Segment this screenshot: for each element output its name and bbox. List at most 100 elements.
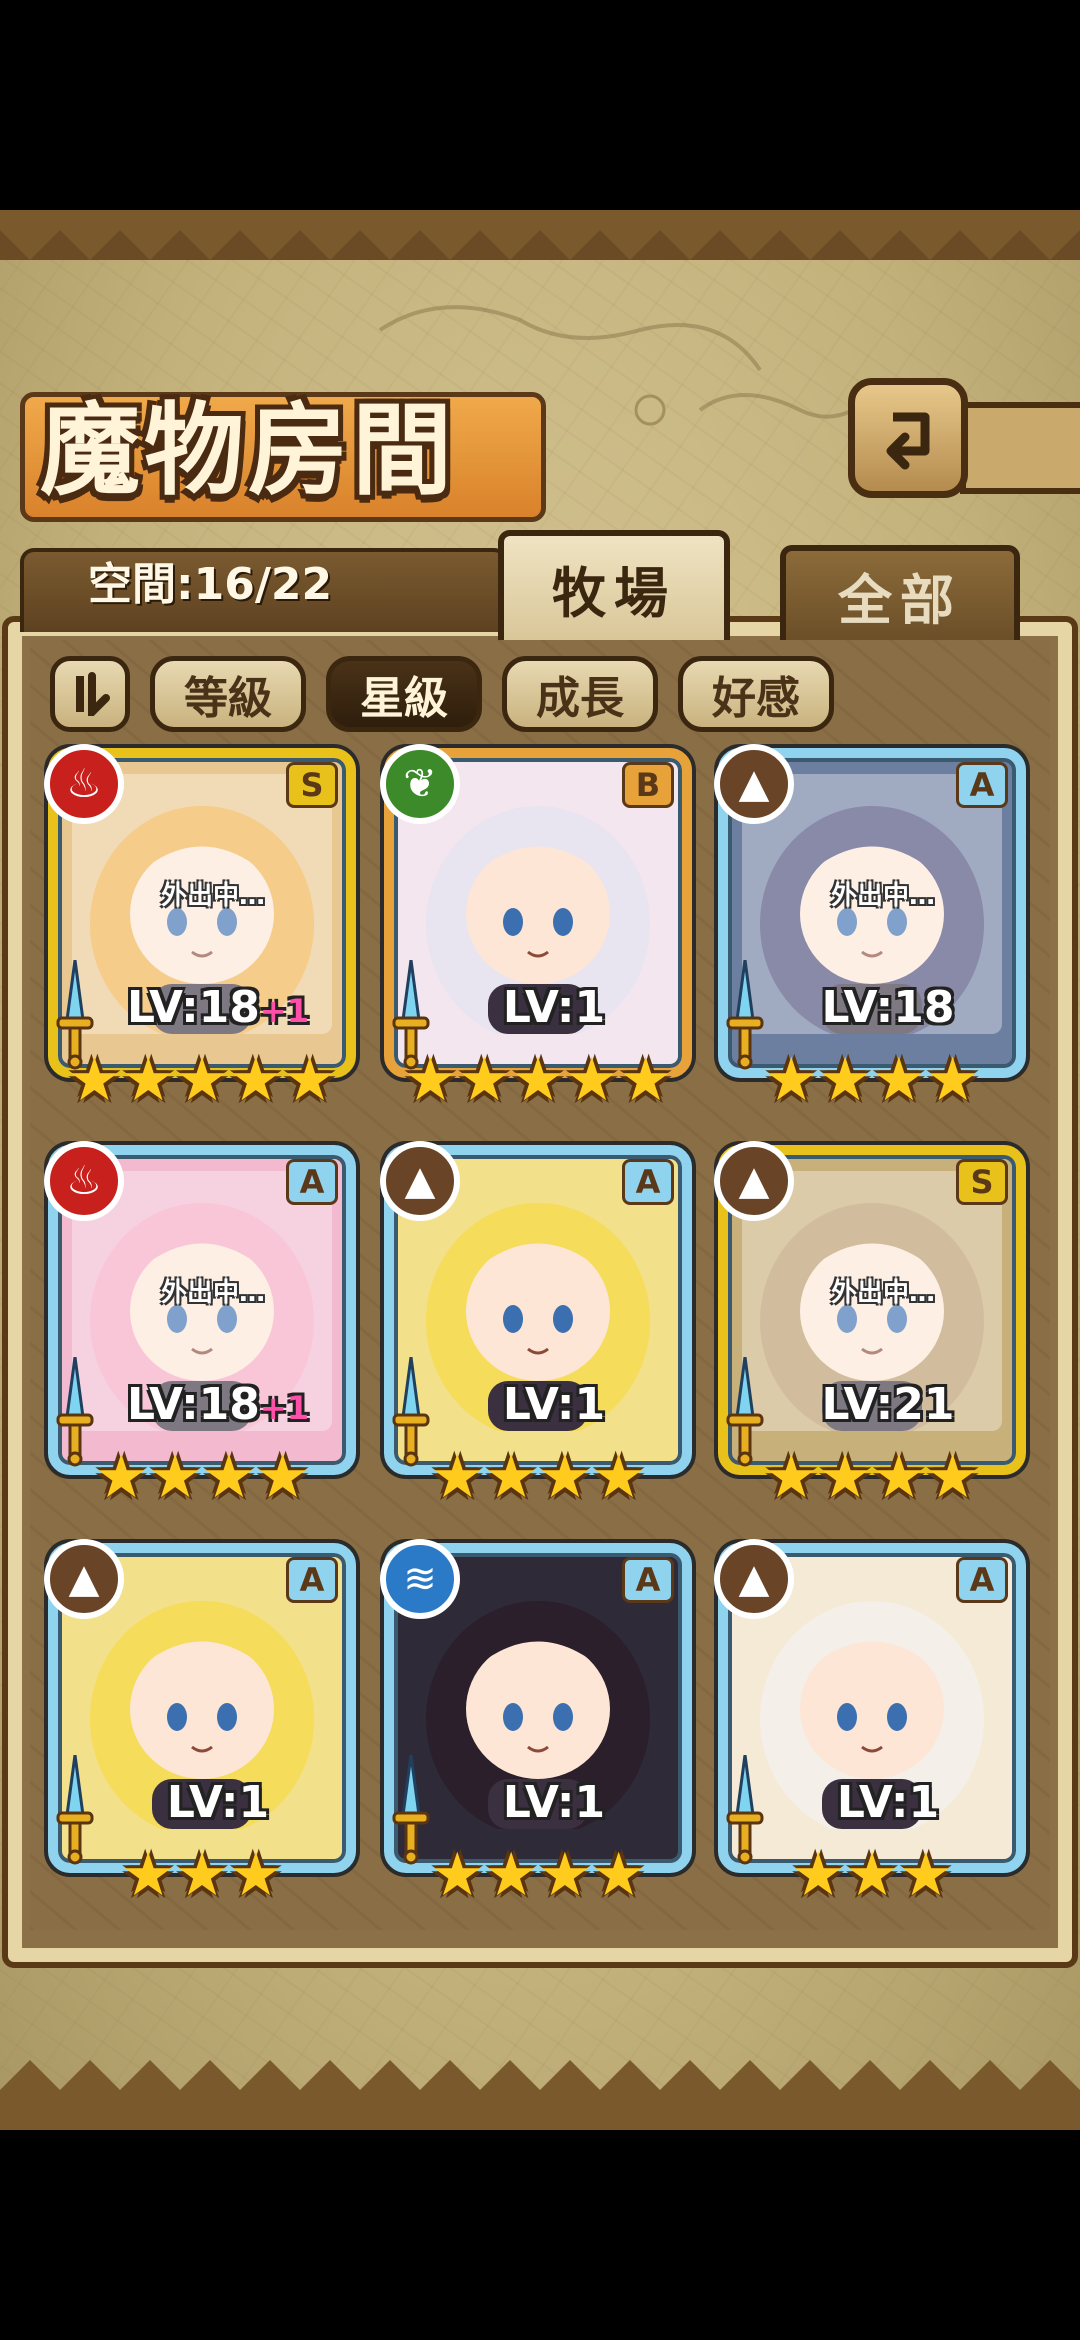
monster-card[interactable]: A ▲ LV:1 ★ ★ ★ xyxy=(44,1539,356,1911)
tab-all[interactable]: 全部 xyxy=(780,545,1020,640)
rank-badge: A xyxy=(286,1557,338,1603)
level-value: LV:1 xyxy=(836,1777,940,1828)
page-title: 魔物房間 xyxy=(40,391,456,509)
monster-card[interactable]: A ≋ LV:1 ★ ★ ★ ★ xyxy=(380,1539,692,1911)
star-rating: ★ ★ ★ xyxy=(88,1843,316,1907)
level-value: LV:18 xyxy=(127,1379,260,1430)
star-icon: ★ xyxy=(430,1442,485,1512)
rank-badge: A xyxy=(956,1557,1008,1603)
level-value: LV:1 xyxy=(502,1379,606,1430)
level-value: LV:21 xyxy=(821,1379,955,1430)
star-icon: ★ xyxy=(538,1840,592,1910)
away-status: 外出中… xyxy=(160,1278,265,1308)
star-icon: ★ xyxy=(484,1840,538,1910)
star-icon: ★ xyxy=(255,1442,310,1512)
level-label: LV:1 xyxy=(444,980,664,1036)
level-plus: +1 xyxy=(259,992,309,1030)
level-label: LV:18+1 xyxy=(108,980,328,1036)
filter-growth[interactable]: 成長 xyxy=(502,656,658,732)
star-rating: ★ ★ ★ xyxy=(758,1843,986,1907)
element-earth-icon: ▲ xyxy=(714,1141,794,1221)
star-rating: ★ ★ ★ ★ xyxy=(758,1048,986,1112)
star-icon: ★ xyxy=(791,1840,846,1910)
star-icon: ★ xyxy=(564,1045,619,1115)
sort-order-icon xyxy=(76,672,110,716)
star-icon: ★ xyxy=(94,1442,149,1512)
star-rating: ★ ★ ★ ★ xyxy=(424,1445,652,1509)
sort-order-button[interactable] xyxy=(50,656,130,732)
monster-card[interactable]: S ♨ 外出中… LV:18+1 ★ ★ ★ ★ ★ xyxy=(44,744,356,1116)
star-icon: ★ xyxy=(872,1442,926,1512)
rank-badge: A xyxy=(956,762,1008,808)
star-icon: ★ xyxy=(457,1045,512,1115)
star-icon: ★ xyxy=(538,1442,592,1512)
level-label: LV:1 xyxy=(444,1377,664,1433)
return-arrow-icon xyxy=(886,412,930,470)
star-icon: ★ xyxy=(228,1045,283,1115)
filter-star[interactable]: 星級 xyxy=(326,656,482,732)
space-counter: 空間:16/22 xyxy=(88,559,333,610)
star-icon: ★ xyxy=(175,1840,229,1910)
monster-card[interactable]: S ▲ 外出中… LV:21 ★ ★ ★ ★ xyxy=(714,1141,1026,1513)
rank-badge: S xyxy=(286,762,338,808)
back-button[interactable] xyxy=(848,378,968,498)
rank-badge: A xyxy=(622,1159,674,1205)
level-label: LV:18 xyxy=(778,980,998,1036)
star-icon: ★ xyxy=(818,1442,872,1512)
star-icon: ★ xyxy=(430,1840,485,1910)
level-label: LV:18+1 xyxy=(108,1377,328,1433)
star-icon: ★ xyxy=(845,1840,899,1910)
star-rating: ★ ★ ★ ★ ★ xyxy=(404,1045,673,1115)
element-earth-icon: ▲ xyxy=(714,1539,794,1619)
monster-card[interactable]: B ❦ LV:1 ★ ★ ★ ★ ★ xyxy=(380,744,692,1116)
back-button-extension xyxy=(960,402,1080,494)
element-fire-icon: ♨ xyxy=(44,744,124,824)
level-value: LV:1 xyxy=(502,1777,606,1828)
star-icon: ★ xyxy=(591,1840,646,1910)
element-earth-icon: ▲ xyxy=(380,1141,460,1221)
star-icon: ★ xyxy=(511,1045,565,1115)
element-water-icon: ≋ xyxy=(380,1539,460,1619)
monster-card[interactable]: A ▲ 外出中… LV:18 ★ ★ ★ ★ xyxy=(714,744,1026,1116)
rank-badge: A xyxy=(622,1557,674,1603)
level-label: LV:1 xyxy=(778,1775,998,1831)
star-icon: ★ xyxy=(228,1840,283,1910)
level-label: LV:21 xyxy=(778,1377,998,1433)
star-icon: ★ xyxy=(282,1045,337,1115)
away-status: 外出中… xyxy=(830,1278,935,1308)
level-value: LV:18 xyxy=(821,982,955,1033)
rank-badge: S xyxy=(956,1159,1008,1205)
level-label: LV:1 xyxy=(108,1775,328,1831)
filter-level[interactable]: 等級 xyxy=(150,656,306,732)
star-rating: ★ ★ ★ ★ ★ xyxy=(68,1045,337,1115)
star-icon: ★ xyxy=(764,1045,819,1115)
away-status: 外出中… xyxy=(830,881,935,911)
star-icon: ★ xyxy=(148,1442,202,1512)
star-icon: ★ xyxy=(925,1045,980,1115)
star-icon: ★ xyxy=(175,1045,229,1115)
rank-badge: B xyxy=(622,762,674,808)
star-icon: ★ xyxy=(618,1045,673,1115)
star-icon: ★ xyxy=(202,1442,256,1512)
element-earth-icon: ▲ xyxy=(714,744,794,824)
monster-card[interactable]: A ♨ 外出中… LV:18+1 ★ ★ ★ ★ xyxy=(44,1141,356,1513)
star-icon: ★ xyxy=(484,1442,538,1512)
level-value: LV:18 xyxy=(127,982,260,1033)
element-earth-icon: ▲ xyxy=(44,1539,124,1619)
star-icon: ★ xyxy=(872,1045,926,1115)
monster-card[interactable]: A ▲ LV:1 ★ ★ ★ ★ xyxy=(380,1141,692,1513)
star-icon: ★ xyxy=(898,1840,953,1910)
star-icon: ★ xyxy=(818,1045,872,1115)
level-label: LV:1 xyxy=(444,1775,664,1831)
monster-card[interactable]: A ▲ LV:1 ★ ★ ★ xyxy=(714,1539,1026,1911)
away-status: 外出中… xyxy=(160,881,265,911)
bottom-zigzag-border xyxy=(0,2060,1080,2130)
tab-ranch[interactable]: 牧場 xyxy=(498,530,730,640)
star-icon: ★ xyxy=(67,1045,122,1115)
star-icon: ★ xyxy=(121,1840,176,1910)
filter-affection[interactable]: 好感 xyxy=(678,656,834,732)
star-rating: ★ ★ ★ ★ xyxy=(88,1445,316,1509)
star-icon: ★ xyxy=(121,1045,176,1115)
element-leaf-icon: ❦ xyxy=(380,744,460,824)
element-fire-icon: ♨ xyxy=(44,1141,124,1221)
